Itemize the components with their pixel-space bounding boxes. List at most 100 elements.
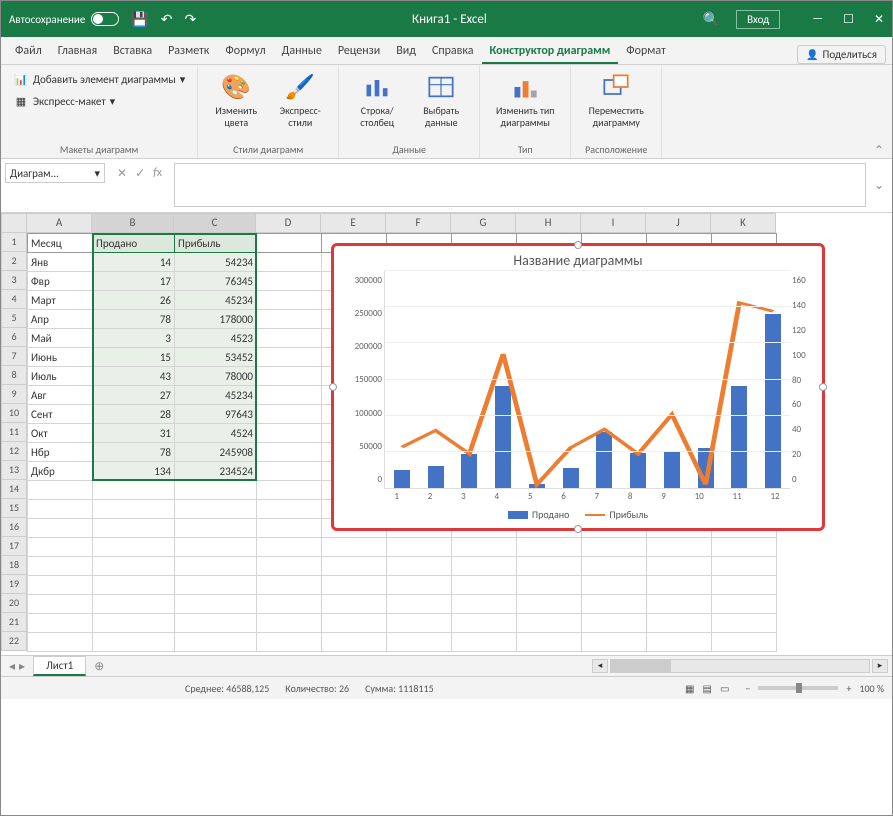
chart-plot-area[interactable]: 300000250000200000150000100000500000 160…: [334, 271, 822, 489]
row-header-14[interactable]: 14: [1, 480, 27, 499]
toggle-icon[interactable]: [91, 12, 119, 26]
row-header-10[interactable]: 10: [1, 404, 27, 423]
tab-0[interactable]: Файл: [7, 40, 50, 64]
cancel-icon[interactable]: ✕: [117, 166, 127, 181]
change-chart-type-button[interactable]: Изменить тип диаграммы: [488, 69, 562, 131]
sheet-nav[interactable]: ◂▸: [1, 659, 33, 674]
resize-handle[interactable]: [574, 241, 582, 249]
add-chart-element-button[interactable]: 📊 Добавить элемент диаграммы▾: [9, 69, 189, 89]
secondary-y-axis[interactable]: 160140120100806040200: [790, 271, 818, 489]
undo-icon[interactable]: ↶: [161, 11, 173, 28]
col-header-A[interactable]: A: [27, 213, 92, 233]
select-all-corner[interactable]: [1, 213, 27, 233]
row-header-3[interactable]: 3: [1, 271, 27, 290]
tab-9[interactable]: Конструктор диаграмм: [482, 40, 619, 64]
scroll-track[interactable]: [610, 659, 870, 673]
row-headers[interactable]: 12345678910111213141516171819202122: [1, 233, 27, 652]
add-sheet-button[interactable]: ⊕: [86, 659, 112, 674]
name-box[interactable]: Диаграм...▾: [5, 163, 105, 183]
minimize-icon[interactable]: —: [812, 12, 823, 27]
redo-icon[interactable]: ↷: [185, 11, 197, 28]
scroll-right-icon[interactable]: ▸: [872, 659, 888, 673]
login-button[interactable]: Вход: [736, 10, 780, 29]
col-header-F[interactable]: F: [386, 213, 451, 233]
row-header-16[interactable]: 16: [1, 518, 27, 537]
page-break-icon[interactable]: ▭: [720, 682, 729, 695]
scroll-left-icon[interactable]: ◂: [592, 659, 608, 673]
next-sheet-icon[interactable]: ▸: [19, 659, 25, 674]
row-header-13[interactable]: 13: [1, 461, 27, 480]
x-axis[interactable]: 123456789101112: [380, 489, 794, 504]
page-layout-icon[interactable]: ▤: [703, 682, 712, 695]
tab-6[interactable]: Рецензи: [330, 40, 388, 64]
confirm-icon[interactable]: ✓: [135, 166, 145, 181]
zoom-slider[interactable]: [758, 686, 838, 690]
chart-title[interactable]: Название диаграммы: [334, 246, 822, 271]
row-header-5[interactable]: 5: [1, 309, 27, 328]
share-button[interactable]: Поделиться: [797, 45, 886, 64]
horizontal-scrollbar[interactable]: ◂ ▸: [112, 659, 892, 673]
tab-10[interactable]: Формат: [618, 40, 673, 64]
tab-7[interactable]: Вид: [388, 40, 424, 64]
tab-8[interactable]: Справка: [424, 40, 482, 64]
move-chart-button[interactable]: Переместить диаграмму: [579, 69, 653, 131]
legend-item-bar[interactable]: Продано: [508, 508, 569, 521]
row-header-2[interactable]: 2: [1, 252, 27, 271]
tab-2[interactable]: Вставка: [105, 40, 160, 64]
row-header-20[interactable]: 20: [1, 594, 27, 613]
maximize-icon[interactable]: ☐: [843, 12, 854, 27]
primary-y-axis[interactable]: 300000250000200000150000100000500000: [338, 271, 384, 489]
plot-area[interactable]: [384, 271, 790, 489]
search-icon[interactable]: 🔍: [703, 11, 720, 28]
spreadsheet-grid[interactable]: ABCDEFGHIJK 123456789101112 1314 1 5 161718 1…: [1, 213, 892, 655]
col-header-E[interactable]: E: [321, 213, 386, 233]
row-header-21[interactable]: 21: [1, 613, 27, 632]
sheet-tab[interactable]: Лист1: [33, 656, 86, 676]
row-header-8[interactable]: 8: [1, 366, 27, 385]
zoom-in-icon[interactable]: +: [846, 682, 851, 695]
row-header-7[interactable]: 7: [1, 347, 27, 366]
tab-4[interactable]: Формул: [217, 40, 273, 64]
save-icon[interactable]: 💾: [131, 11, 148, 28]
switch-row-column-button[interactable]: Строка/ столбец: [347, 69, 407, 131]
row-header-12[interactable]: 12: [1, 442, 27, 461]
col-header-G[interactable]: G: [451, 213, 516, 233]
col-header-D[interactable]: D: [256, 213, 321, 233]
quick-styles-button[interactable]: 🖌️ Экспресс-стили: [270, 69, 330, 131]
zoom-out-icon[interactable]: −: [745, 682, 750, 695]
row-header-9[interactable]: 9: [1, 385, 27, 404]
resize-handle[interactable]: [329, 383, 337, 391]
col-header-I[interactable]: I: [581, 213, 646, 233]
tab-5[interactable]: Данные: [274, 40, 330, 64]
row-header-4[interactable]: 4: [1, 290, 27, 309]
collapse-ribbon-icon[interactable]: ⌃: [866, 143, 892, 158]
formula-input[interactable]: [174, 163, 866, 207]
row-header-17[interactable]: 17: [1, 537, 27, 556]
row-header-6[interactable]: 6: [1, 328, 27, 347]
resize-handle[interactable]: [574, 525, 582, 533]
resize-handle[interactable]: [819, 383, 827, 391]
zoom-level[interactable]: 100 %: [859, 682, 884, 695]
row-header-22[interactable]: 22: [1, 632, 27, 651]
row-header-1[interactable]: 1: [1, 233, 27, 252]
col-header-J[interactable]: J: [646, 213, 711, 233]
column-headers[interactable]: ABCDEFGHIJK: [27, 213, 776, 233]
col-header-K[interactable]: K: [711, 213, 776, 233]
autosave-toggle[interactable]: Автосохранение: [9, 12, 119, 26]
quick-layout-button[interactable]: ▦ Экспресс-макет▾: [9, 91, 189, 111]
change-colors-button[interactable]: 🎨 Изменить цвета: [206, 69, 266, 131]
select-data-button[interactable]: Выбрать данные: [411, 69, 471, 131]
embedded-chart[interactable]: Название диаграммы 300000250000200000150…: [331, 243, 825, 531]
close-icon[interactable]: ✕: [874, 12, 884, 27]
line-series[interactable]: [385, 271, 790, 488]
prev-sheet-icon[interactable]: ◂: [9, 659, 15, 674]
zoom-control[interactable]: − + 100 %: [745, 682, 884, 695]
row-header-11[interactable]: 11: [1, 423, 27, 442]
legend-item-line[interactable]: Прибыль: [585, 508, 648, 521]
col-header-B[interactable]: B: [92, 213, 174, 233]
chevron-down-icon[interactable]: ▾: [94, 167, 100, 180]
chart-legend[interactable]: Продано Прибыль: [334, 504, 822, 525]
scroll-thumb[interactable]: [611, 660, 671, 672]
row-header-18[interactable]: 18: [1, 556, 27, 575]
tab-3[interactable]: Разметк: [160, 40, 217, 64]
